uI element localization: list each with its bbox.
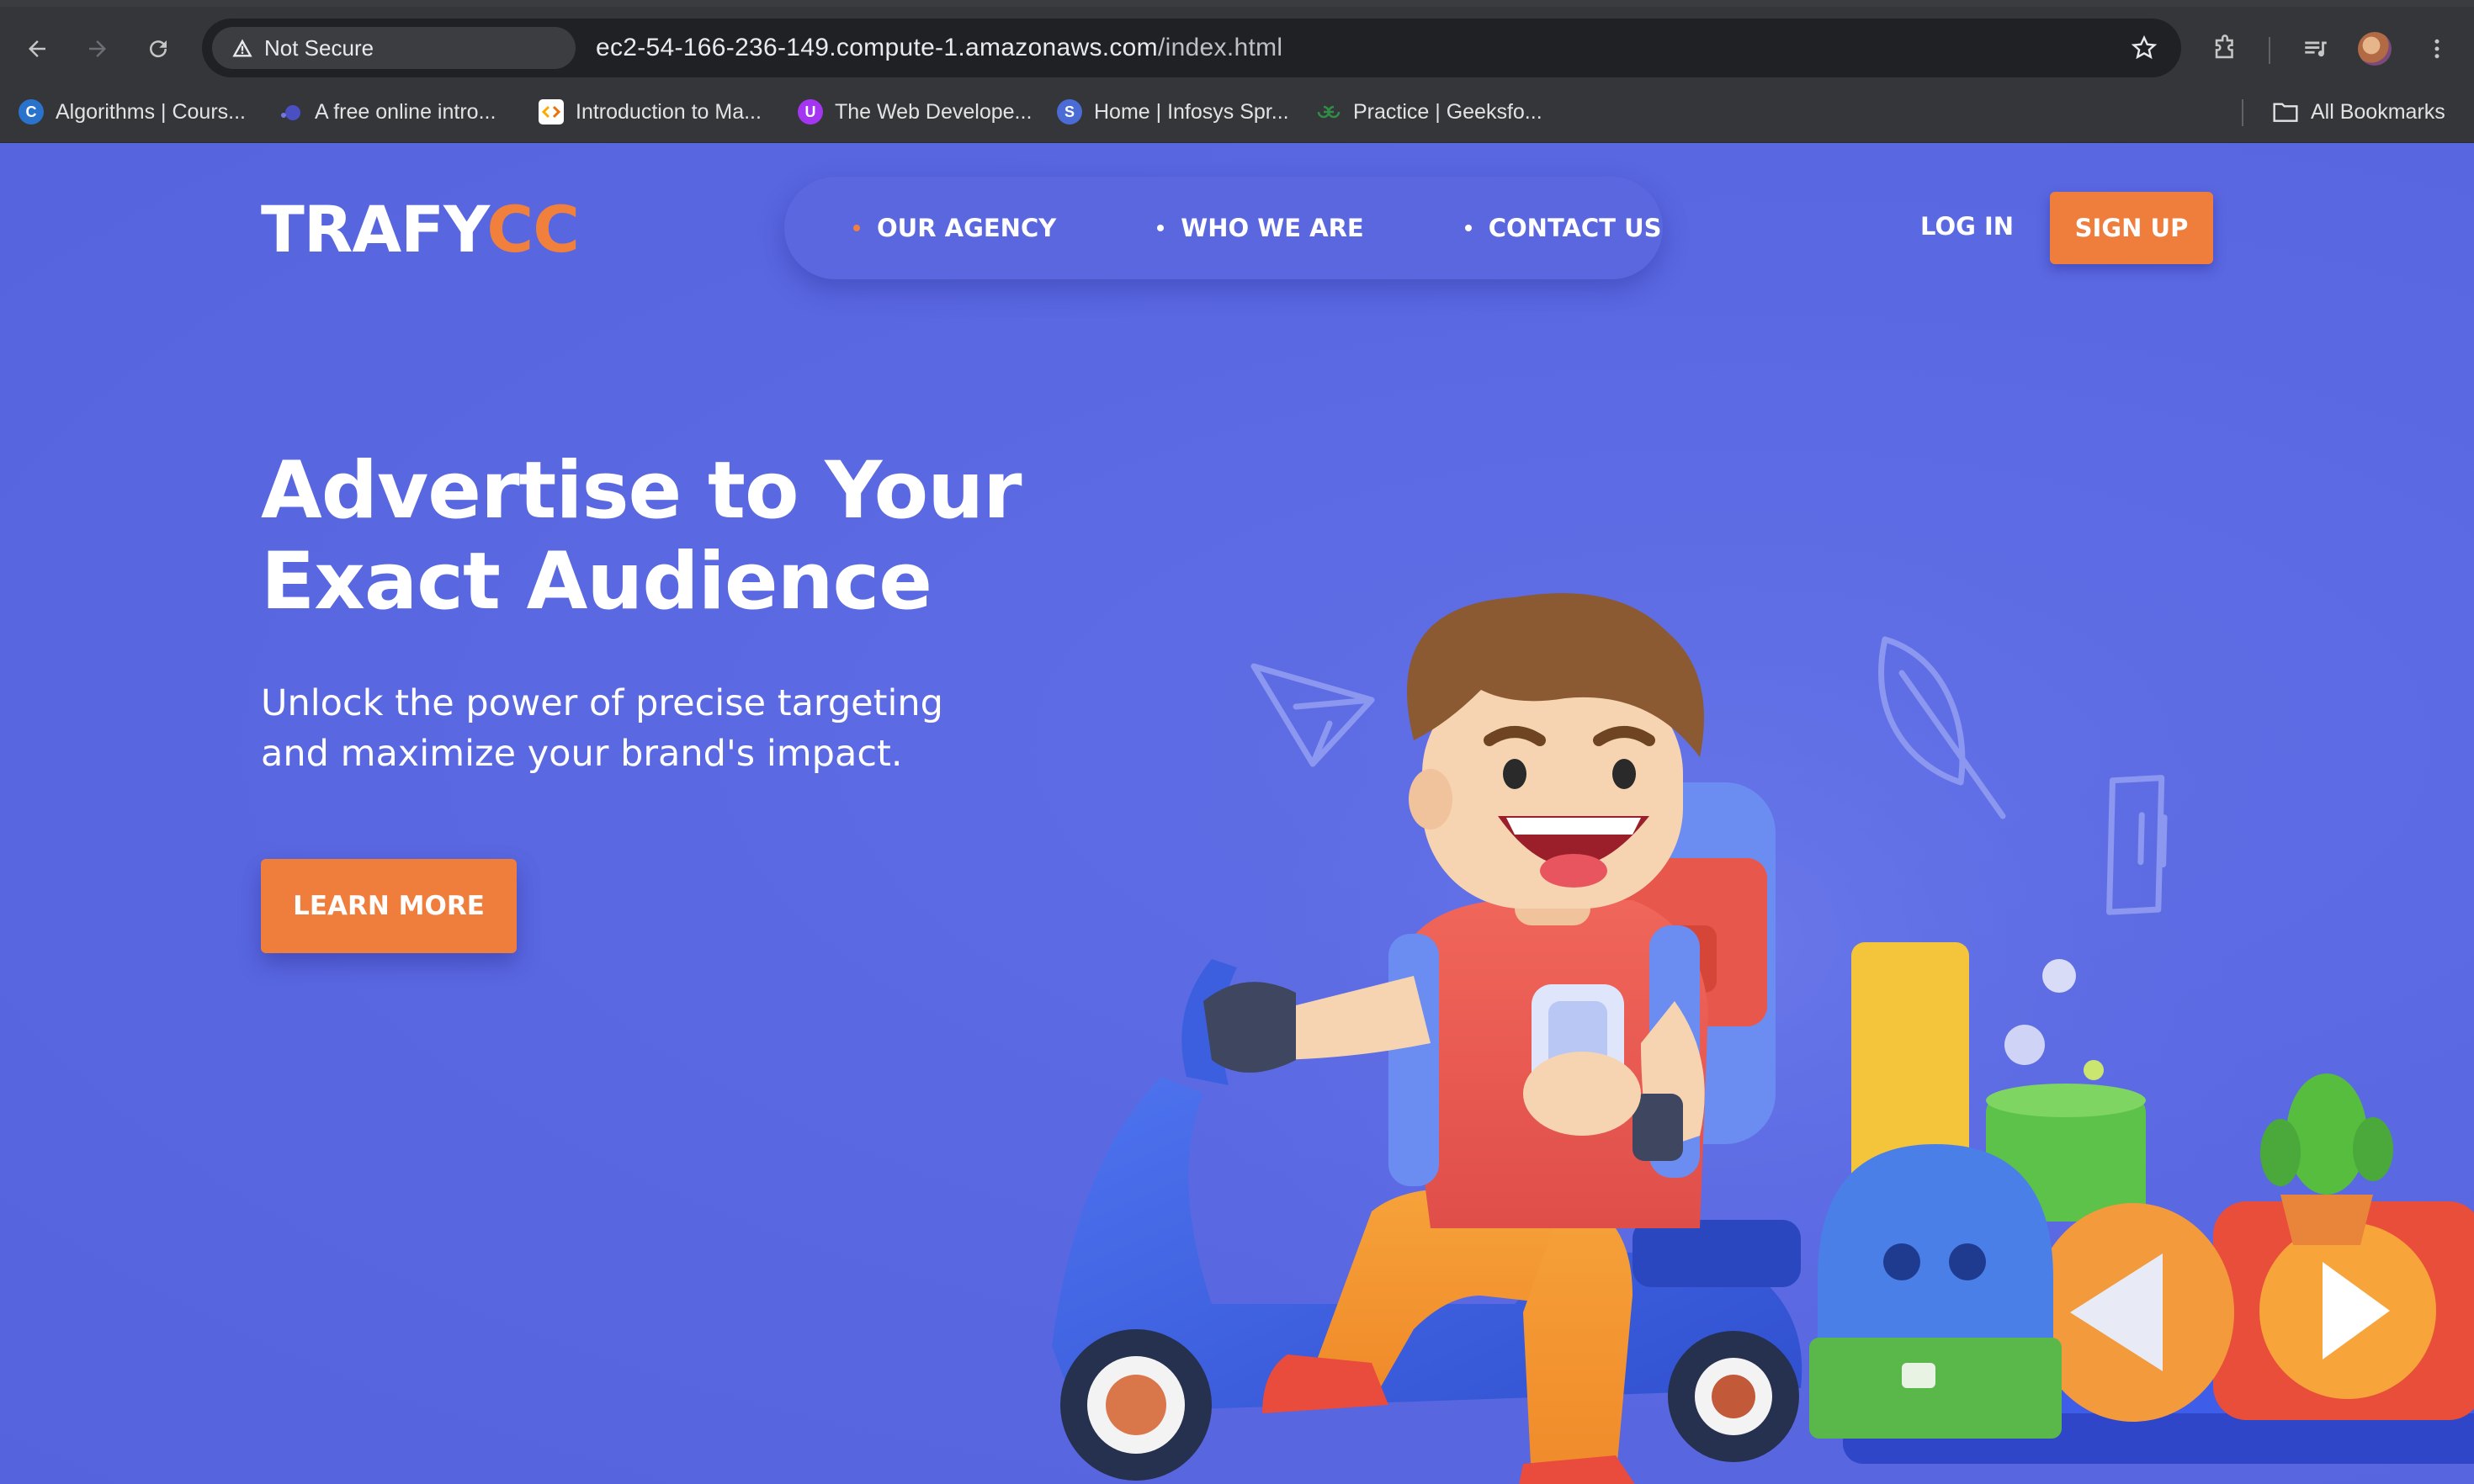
- reload-icon[interactable]: [138, 29, 178, 69]
- dot-icon: [278, 99, 303, 125]
- cactus-shape: [2286, 1073, 2367, 1195]
- hero-title-line2: Exact Audience: [261, 536, 932, 628]
- glove-shape: [1203, 982, 1296, 1073]
- bookmark-label: A free online intro...: [315, 99, 496, 124]
- hero-illustration: [1052, 437, 2474, 1484]
- site-logo[interactable]: TRAFYCC: [261, 192, 580, 267]
- bubble-icon: [2084, 1060, 2104, 1080]
- hero-subtitle: Unlock the power of precise targeting an…: [261, 678, 985, 779]
- nav-contact-us[interactable]: CONTACT US: [1464, 214, 1662, 242]
- bookmark-item-0[interactable]: C Algorithms | Cours...: [19, 84, 246, 140]
- security-chip[interactable]: Not Secure: [212, 27, 576, 69]
- media-control-icon[interactable]: [2297, 30, 2334, 67]
- toolbar-divider: [2269, 37, 2270, 64]
- watch-shape: [1633, 1094, 1683, 1161]
- url-host: ec2-54-166-236-149.compute-1.amazonaws.c…: [596, 34, 1158, 61]
- gfg-icon: [1316, 99, 1341, 125]
- main-nav: OUR AGENCY WHO WE ARE CONTACT US: [784, 177, 1663, 279]
- bookmarks-bar: C Algorithms | Cours... A free online in…: [0, 84, 2474, 143]
- folder-icon: [2273, 103, 2298, 122]
- hero-title-line1: Advertise to Your: [261, 445, 1022, 537]
- learn-more-button[interactable]: LEARN MORE: [261, 859, 517, 953]
- bookmark-label: Algorithms | Cours...: [56, 99, 247, 124]
- extensions-icon[interactable]: [2206, 30, 2243, 67]
- bookmark-label: Introduction to Ma...: [576, 99, 762, 124]
- all-bookmarks-label: All Bookmarks: [2311, 99, 2445, 124]
- security-label: Not Secure: [264, 34, 374, 61]
- shoe-shape: [1262, 1354, 1388, 1413]
- udemy-icon: U: [798, 99, 823, 125]
- bookmarks-divider: [2242, 99, 2243, 126]
- nav-label: WHO WE ARE: [1181, 214, 1364, 242]
- bubble-icon: [2004, 1025, 2045, 1065]
- bubble-icon: [2042, 959, 2076, 993]
- profile-avatar[interactable]: [2358, 32, 2392, 66]
- robot-dome-shape: [1818, 1144, 2053, 1363]
- url-text[interactable]: ec2-54-166-236-149.compute-1.amazonaws.c…: [596, 19, 1282, 77]
- green-box-shape: [1809, 1338, 2062, 1439]
- bookmark-item-3[interactable]: U The Web Develope...: [798, 84, 1032, 140]
- nav-label: OUR AGENCY: [877, 214, 1057, 242]
- pot-shape: [2280, 1195, 2373, 1245]
- nav-bullet-icon: [1464, 225, 1472, 231]
- infosys-icon: S: [1057, 99, 1082, 125]
- tab-strip: [0, 0, 2474, 7]
- hero-subtitle-line2: and maximize your brand's impact.: [261, 733, 903, 775]
- hero-subtitle-line1: Unlock the power of precise targeting: [261, 682, 943, 724]
- bookmark-star-icon[interactable]: [2126, 29, 2163, 66]
- bookmark-item-5[interactable]: Practice | Geeksfo...: [1316, 84, 1542, 140]
- nav-who-we-are[interactable]: WHO WE ARE: [1157, 214, 1364, 242]
- nav-our-agency[interactable]: OUR AGENCY: [853, 214, 1056, 242]
- nav-label: CONTACT US: [1488, 214, 1662, 242]
- signup-button[interactable]: SIGN UP: [2050, 192, 2213, 264]
- browser-chrome: Not Secure ec2-54-166-236-149.compute-1.…: [0, 0, 2474, 143]
- warning-icon: [232, 39, 252, 57]
- browser-toolbar: Not Secure ec2-54-166-236-149.compute-1.…: [0, 7, 2474, 84]
- bookmark-item-1[interactable]: A free online intro...: [278, 84, 496, 140]
- bookmark-label: The Web Develope...: [835, 99, 1033, 124]
- menu-kebab-icon[interactable]: [2418, 30, 2455, 67]
- address-bar[interactable]: Not Secure ec2-54-166-236-149.compute-1.…: [202, 19, 2181, 77]
- logo-text-accent: CC: [486, 192, 580, 267]
- bookmark-label: Home | Infosys Spr...: [1094, 99, 1289, 124]
- bookmark-item-4[interactable]: S Home | Infosys Spr...: [1057, 84, 1289, 140]
- back-icon[interactable]: [17, 29, 57, 69]
- all-bookmarks-button[interactable]: All Bookmarks: [2272, 84, 2445, 140]
- nav-bullet-icon: [853, 225, 860, 231]
- logo-text-white: TRAFY: [261, 192, 487, 267]
- website-page: TRAFYCC OUR AGENCY WHO WE ARE CONTACT US…: [0, 143, 2474, 1484]
- bookmark-label: Practice | Geeksfo...: [1353, 99, 1542, 124]
- url-path: /index.html: [1157, 34, 1283, 61]
- colab-icon: [539, 99, 564, 125]
- login-link[interactable]: LOG IN: [1920, 212, 2014, 241]
- nav-bullet-icon: [1157, 225, 1165, 231]
- bookmark-item-2[interactable]: Introduction to Ma...: [539, 84, 762, 140]
- coursera-icon: C: [19, 99, 44, 125]
- forward-icon[interactable]: [77, 29, 118, 69]
